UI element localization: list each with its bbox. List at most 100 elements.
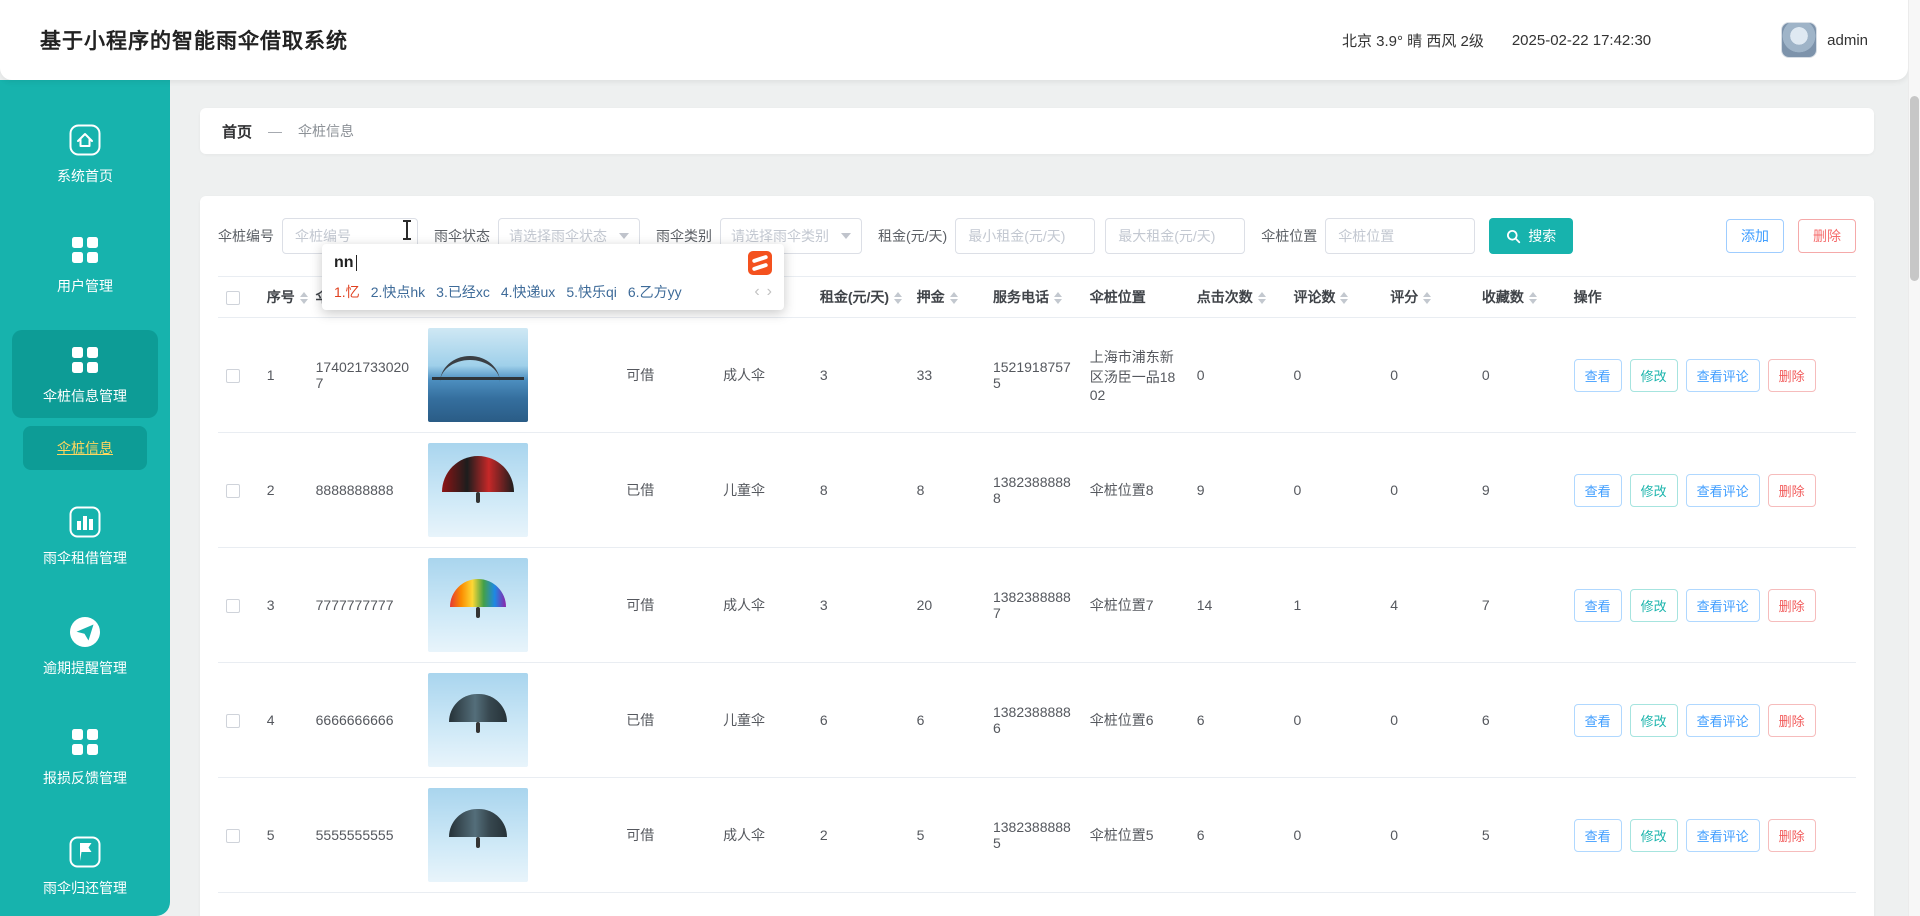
edit-button[interactable]: 修改 (1630, 704, 1678, 737)
column-header-label: 押金 (917, 289, 945, 305)
cell-location: 伞桩位置8 (1082, 433, 1189, 548)
pile-location-input[interactable] (1325, 218, 1475, 254)
row-checkbox-cell (218, 778, 259, 893)
view-button[interactable]: 查看 (1574, 474, 1622, 507)
cell-deposit: 20 (909, 548, 985, 663)
sort-carets-icon[interactable] (1423, 292, 1431, 304)
cell-rent: 6 (812, 663, 909, 778)
view-button[interactable]: 查看 (1574, 589, 1622, 622)
sidebar-item-damage-feedback[interactable]: 报损反馈管理 (12, 712, 158, 800)
view-button[interactable]: 查看 (1574, 359, 1622, 392)
view-comments-button[interactable]: 查看评论 (1686, 474, 1760, 507)
chevron-down-icon (841, 233, 851, 239)
checkbox-column-header (218, 277, 259, 318)
sort-carets-icon[interactable] (1340, 292, 1348, 304)
sidebar-item-system-home[interactable]: 系统首页 (12, 110, 158, 198)
ime-caret (356, 255, 358, 271)
row-checkbox[interactable] (226, 829, 240, 843)
sidebar-item-umbrella-return[interactable]: 雨伞归还管理 (12, 822, 158, 910)
table-row: 46666666666已借儿童伞6613823888886伞桩位置66006查看… (218, 663, 1856, 778)
sort-carets-icon[interactable] (894, 292, 902, 304)
edit-button[interactable]: 修改 (1630, 819, 1678, 852)
sogou-input-icon[interactable] (748, 251, 772, 275)
column-header[interactable]: 序号 (259, 277, 308, 318)
pile-photo[interactable] (428, 558, 528, 652)
column-header[interactable]: 租金(元/天) (812, 277, 909, 318)
edit-button[interactable]: 修改 (1630, 359, 1678, 392)
ime-composition-row: nn (334, 251, 772, 275)
column-header[interactable]: 收藏数 (1474, 277, 1566, 318)
rent-min-input[interactable] (955, 218, 1095, 254)
row-checkbox[interactable] (226, 714, 240, 728)
select-all-checkbox[interactable] (226, 291, 240, 305)
cell-clicks: 0 (1189, 318, 1286, 433)
cell-category: 成人伞 (715, 778, 812, 893)
ime-next-page-icon[interactable]: › (767, 284, 772, 300)
cell-actions: 查看修改查看评论删除 (1566, 318, 1856, 433)
avatar[interactable] (1781, 22, 1817, 58)
cell-pile-no: 8888888888 (308, 433, 420, 548)
sort-carets-icon[interactable] (1054, 292, 1062, 304)
column-header-label: 序号 (267, 289, 295, 305)
search-button[interactable]: 搜索 (1489, 218, 1573, 254)
pile-location-label: 伞桩位置 (1261, 226, 1317, 246)
pile-photo[interactable] (428, 443, 528, 537)
column-header[interactable]: 评论数 (1285, 277, 1382, 318)
view-comments-button[interactable]: 查看评论 (1686, 704, 1760, 737)
view-button[interactable]: 查看 (1574, 819, 1622, 852)
edit-button[interactable]: 修改 (1630, 589, 1678, 622)
row-checkbox[interactable] (226, 599, 240, 613)
ime-candidate[interactable]: 4.快递ux (501, 282, 555, 302)
cell-index: 4 (259, 663, 308, 778)
sort-carets-icon[interactable] (1258, 292, 1266, 304)
cell-status: 可借 (618, 318, 715, 433)
column-header[interactable]: 评分 (1382, 277, 1474, 318)
pile-photo[interactable] (428, 788, 528, 882)
rent-max-input[interactable] (1105, 218, 1245, 254)
column-header[interactable]: 点击次数 (1189, 277, 1286, 318)
view-comments-button[interactable]: 查看评论 (1686, 819, 1760, 852)
row-checkbox[interactable] (226, 369, 240, 383)
breadcrumb-home[interactable]: 首页 (222, 121, 252, 142)
scrollbar-track[interactable] (1908, 0, 1920, 916)
ime-candidate[interactable]: 1.忆 (334, 282, 360, 302)
cell-rating: 0 (1382, 433, 1474, 548)
sidebar-item-user-management[interactable]: 用户管理 (12, 220, 158, 308)
table-body: 11740217330207可借成人伞33315219187575上海市浦东新区… (218, 318, 1856, 893)
column-header[interactable]: 押金 (909, 277, 985, 318)
ime-candidate[interactable]: 5.快乐qi (566, 282, 617, 302)
username[interactable]: admin (1827, 32, 1868, 49)
delete-button[interactable]: 删除 (1798, 219, 1856, 253)
pile-photo[interactable] (428, 328, 528, 422)
ime-candidate[interactable]: 6.乙方yy (628, 282, 682, 302)
sort-carets-icon[interactable] (300, 292, 308, 304)
edit-button[interactable]: 修改 (1630, 474, 1678, 507)
sidebar-subitem-pile-info[interactable]: 伞桩信息 (23, 426, 147, 470)
sort-carets-icon[interactable] (950, 292, 958, 304)
app-title: 基于小程序的智能雨伞借取系统 (40, 25, 348, 55)
ime-candidate[interactable]: 3.已经xc (436, 282, 490, 302)
view-comments-button[interactable]: 查看评论 (1686, 589, 1760, 622)
ime-prev-page-icon[interactable]: ‹ (754, 284, 759, 300)
cell-comments: 0 (1285, 663, 1382, 778)
sort-carets-icon[interactable] (1529, 292, 1537, 304)
add-button[interactable]: 添加 (1726, 219, 1784, 253)
delete-row-button[interactable]: 删除 (1768, 474, 1816, 507)
sidebar-item-overdue-reminder[interactable]: 逾期提醒管理 (12, 602, 158, 690)
delete-row-button[interactable]: 删除 (1768, 589, 1816, 622)
sidebar: 系统首页 用户管理 伞桩信息管理 伞桩信息 雨伞租借管理 (0, 80, 170, 916)
column-header[interactable]: 服务电话 (985, 277, 1082, 318)
sidebar-item-pile-info-management[interactable]: 伞桩信息管理 (12, 330, 158, 418)
delete-row-button[interactable]: 删除 (1768, 819, 1816, 852)
view-button[interactable]: 查看 (1574, 704, 1622, 737)
pile-photo[interactable] (428, 673, 528, 767)
view-comments-button[interactable]: 查看评论 (1686, 359, 1760, 392)
table-row: 28888888888已借儿童伞8813823888888伞桩位置89009查看… (218, 433, 1856, 548)
delete-row-button[interactable]: 删除 (1768, 359, 1816, 392)
cell-clicks: 6 (1189, 663, 1286, 778)
delete-row-button[interactable]: 删除 (1768, 704, 1816, 737)
scrollbar-thumb[interactable] (1910, 96, 1919, 281)
row-checkbox[interactable] (226, 484, 240, 498)
ime-candidate[interactable]: 2.快点hk (371, 282, 425, 302)
sidebar-item-rental-management[interactable]: 雨伞租借管理 (12, 492, 158, 580)
